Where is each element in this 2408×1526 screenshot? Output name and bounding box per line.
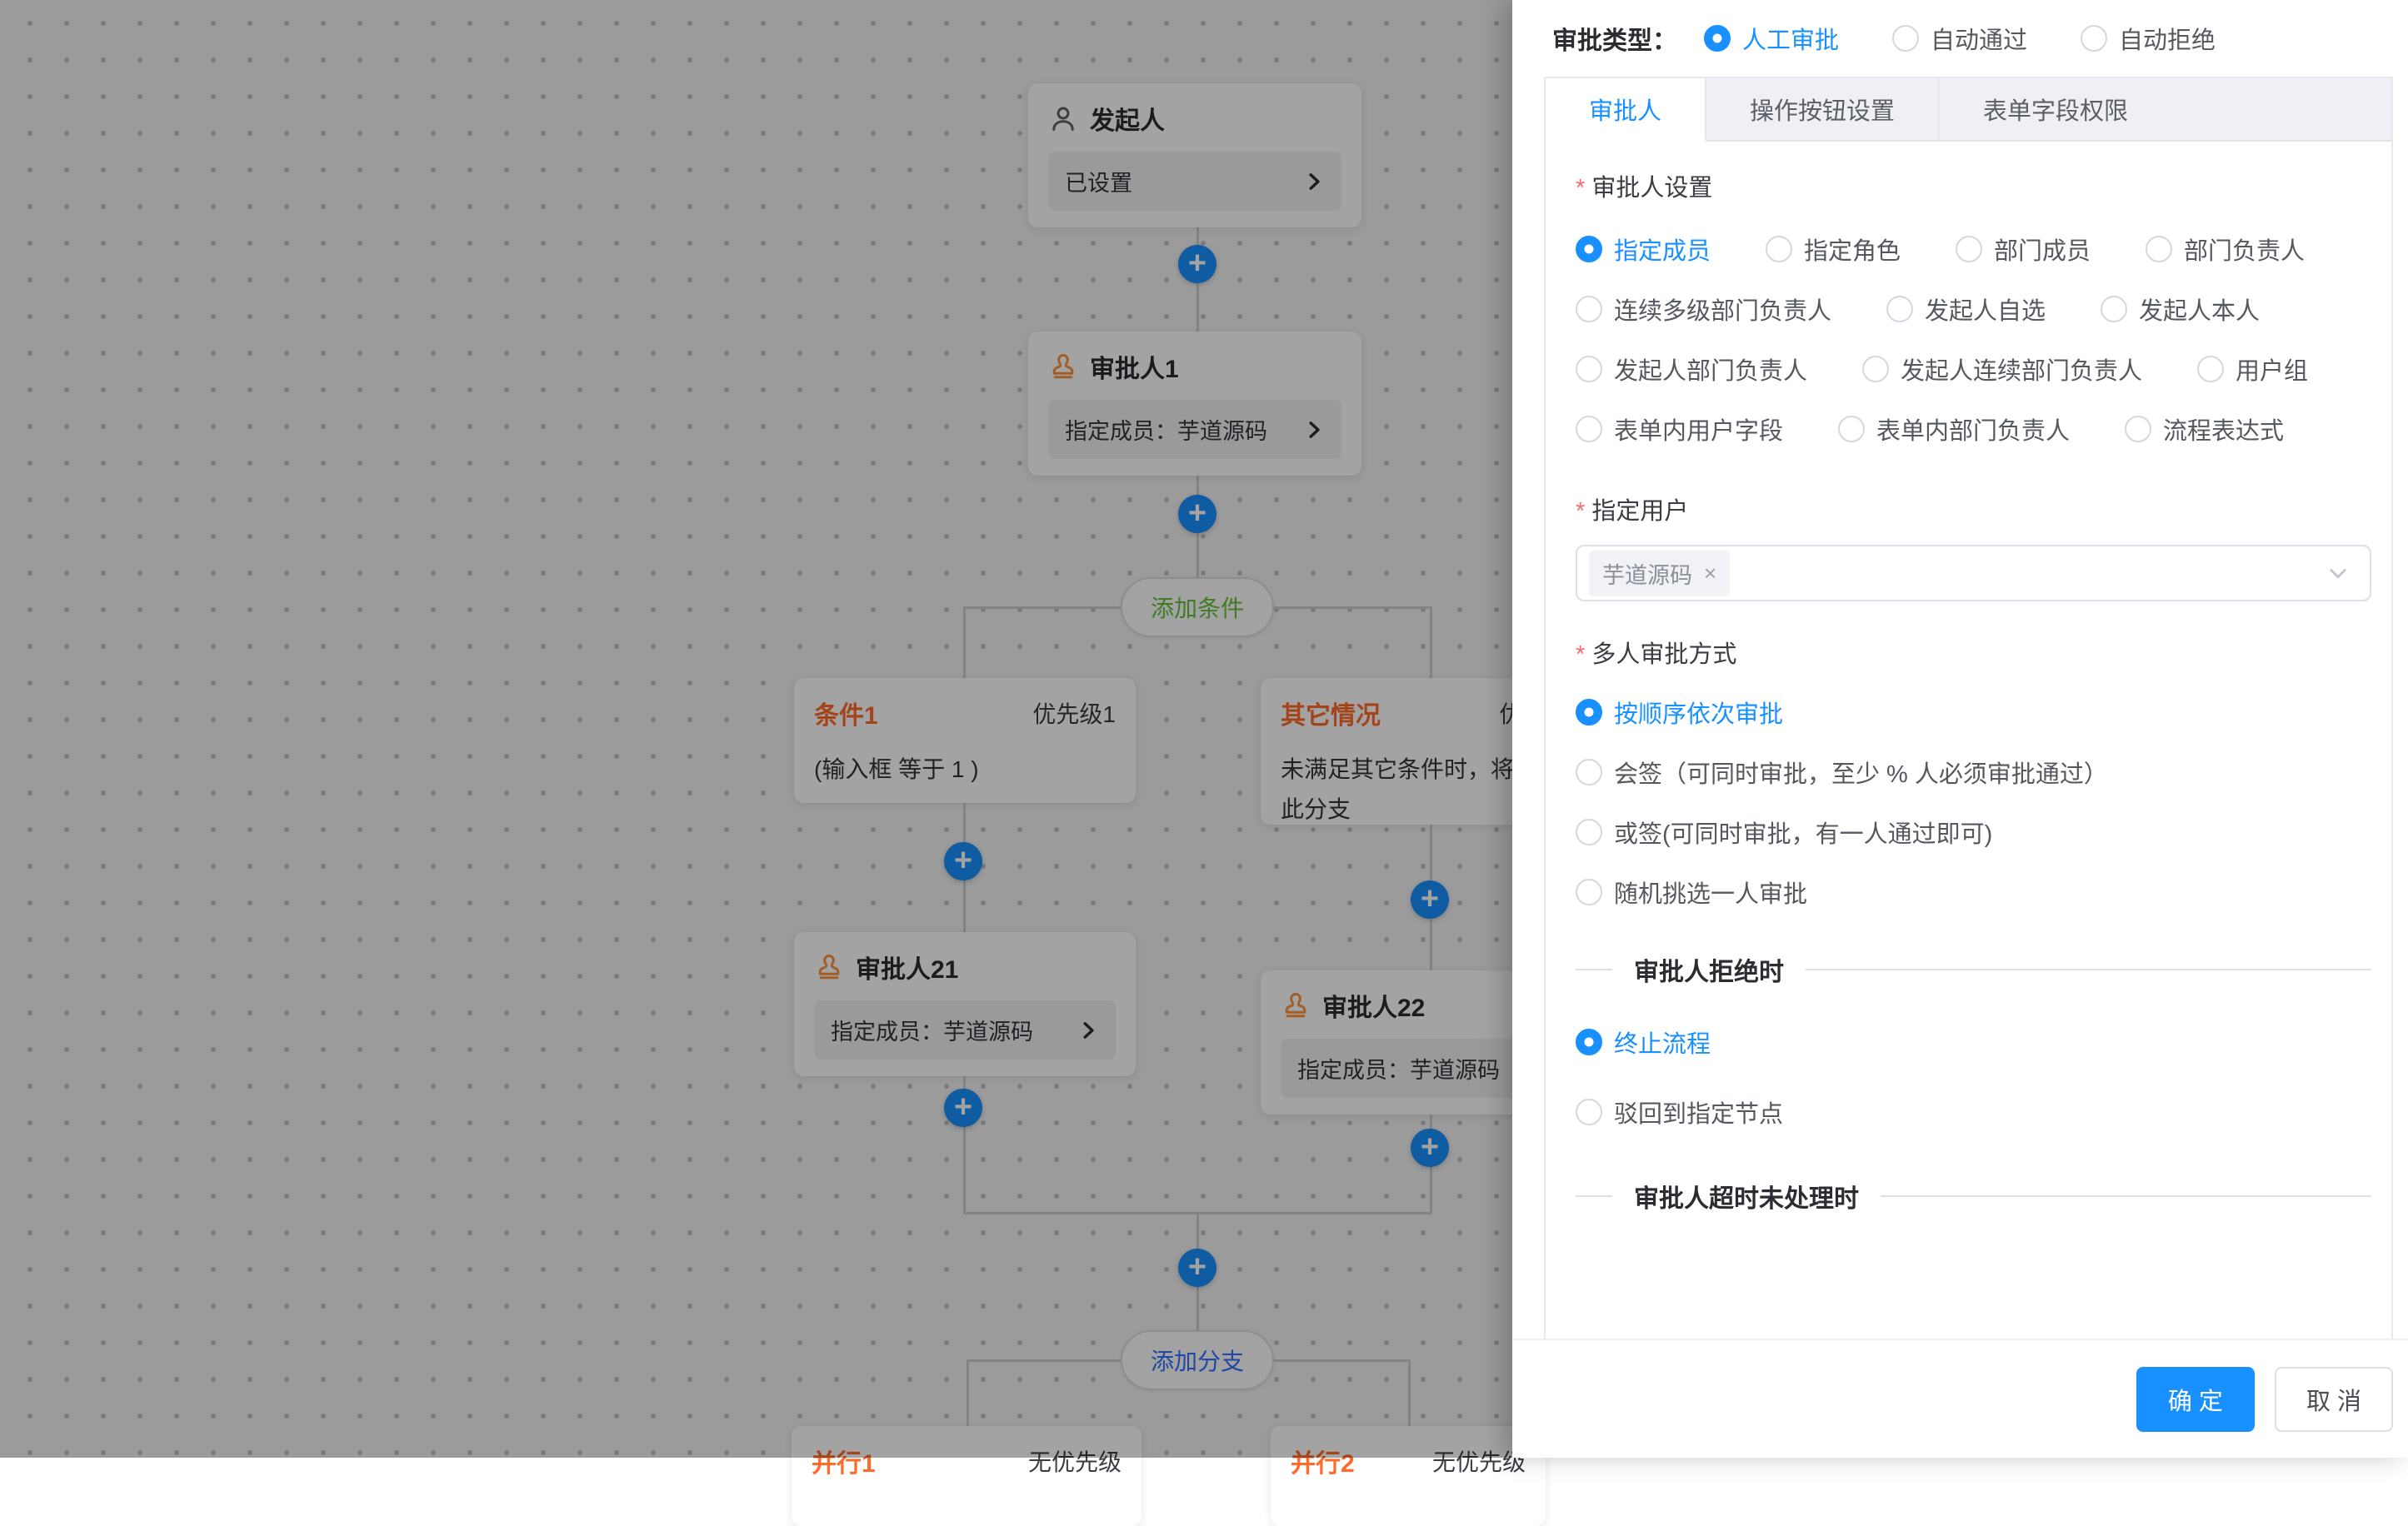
confirm-button[interactable]: 确 定: [2136, 1367, 2255, 1432]
radio-icon: [2081, 25, 2107, 52]
tab-form-field-permissions[interactable]: 表单字段权限: [1940, 78, 2171, 140]
radio-auto-reject[interactable]: 自动拒绝: [2081, 21, 2216, 56]
radio-icon: [2125, 416, 2151, 442]
radio-form-user-field[interactable]: 表单内用户字段: [1576, 411, 1783, 446]
chevron-down-icon: [2326, 561, 2350, 585]
radio-icon: [1576, 296, 1602, 322]
radio-return-to-node[interactable]: 驳回到指定节点: [1576, 1095, 2371, 1130]
drawer-footer: 确 定 取 消: [1512, 1339, 2408, 1458]
radio-icon: [2197, 356, 2224, 382]
cancel-button[interactable]: 取 消: [2275, 1367, 2393, 1432]
multi-approve-label: 多人审批方式: [1576, 635, 2371, 670]
radio-icon: [1766, 236, 1792, 262]
radio-icon: [1576, 416, 1602, 442]
approval-type-row: 审批类型： 人工审批 自动通过 自动拒绝: [1512, 0, 2408, 77]
radio-icon: [1576, 356, 1602, 382]
tag-close-icon[interactable]: ×: [1704, 561, 1716, 586]
radio-manual-approve[interactable]: 人工审批: [1704, 21, 1839, 56]
radio-icon: [1838, 416, 1865, 442]
approver-setting-row2: 连续多级部门负责人 发起人自选 发起人本人: [1576, 292, 2371, 327]
radio-dept-leader[interactable]: 部门负责人: [2146, 232, 2305, 267]
radio-user-group[interactable]: 用户组: [2197, 352, 2308, 386]
radio-random-one[interactable]: 随机挑选一人审批: [1576, 875, 2371, 910]
settings-tab-card: 审批人 操作按钮设置 表单字段权限 审批人设置 指定成员 指定角色 部门成员 部…: [1544, 77, 2393, 1339]
assign-user-select[interactable]: 芋道源码 ×: [1576, 545, 2371, 601]
drawer-mask[interactable]: [0, 0, 1512, 1458]
radio-icon: [1886, 296, 1913, 322]
radio-icon: [1576, 759, 1602, 785]
approver-settings-drawer: 审批类型： 人工审批 自动通过 自动拒绝 审批人 操作按钮设置 表单字段权限 审…: [1512, 0, 2408, 1458]
timeout-section-title: 审批人超时未处理时: [1634, 1178, 1859, 1214]
radio-orsign[interactable]: 或签(可同时审批，有一人通过即可): [1576, 815, 2371, 850]
approver-setting-row4: 表单内用户字段 表单内部门负责人 流程表达式: [1576, 411, 2371, 446]
tab-action-buttons[interactable]: 操作按钮设置: [1706, 78, 1940, 140]
radio-dept-member[interactable]: 部门成员: [1956, 232, 2091, 267]
radio-process-expression[interactable]: 流程表达式: [2125, 411, 2284, 446]
reject-section-divider: 审批人拒绝时: [1576, 951, 2371, 988]
radio-icon: [1576, 879, 1602, 905]
radio-icon: [1576, 1099, 1602, 1125]
reject-section-title: 审批人拒绝时: [1634, 951, 1784, 988]
tab-panel-approver: 审批人设置 指定成员 指定角色 部门成员 部门负责人 连续多级部门负责人 发起人…: [1546, 140, 2391, 1234]
radio-icon: [1576, 819, 1602, 845]
approver-setting-label: 审批人设置: [1576, 168, 2371, 203]
radio-icon: [2101, 296, 2127, 322]
radio-assign-role[interactable]: 指定角色: [1766, 232, 1901, 267]
radio-icon: [1892, 25, 1919, 52]
radio-icon: [1576, 236, 1602, 262]
radio-initiator-choose[interactable]: 发起人自选: [1886, 292, 2046, 327]
radio-icon: [1704, 25, 1731, 52]
radio-icon: [1956, 236, 1982, 262]
radio-icon: [1576, 699, 1602, 726]
approver-setting-row1: 指定成员 指定角色 部门成员 部门负责人: [1576, 232, 2371, 267]
radio-sequential-approve[interactable]: 按顺序依次审批: [1576, 695, 2371, 730]
assign-user-label: 指定用户: [1576, 491, 2371, 526]
tab-bar: 审批人 操作按钮设置 表单字段权限: [1546, 78, 2391, 142]
radio-assign-member[interactable]: 指定成员: [1576, 232, 1711, 267]
approval-type-label: 审批类型：: [1552, 20, 1677, 57]
radio-icon: [1576, 1029, 1602, 1055]
radio-initiator-multi-dept-leader[interactable]: 发起人连续部门负责人: [1862, 352, 2142, 386]
radio-initiator-dept-leader[interactable]: 发起人部门负责人: [1576, 352, 1807, 386]
radio-multi-level-dept-leader[interactable]: 连续多级部门负责人: [1576, 292, 1831, 327]
radio-form-dept-leader[interactable]: 表单内部门负责人: [1838, 411, 2070, 446]
radio-terminate-process[interactable]: 终止流程: [1576, 1025, 2371, 1060]
approver-setting-row3: 发起人部门负责人 发起人连续部门负责人 用户组: [1576, 352, 2371, 386]
radio-initiator-self[interactable]: 发起人本人: [2101, 292, 2260, 327]
user-tag: 芋道源码 ×: [1589, 551, 1730, 596]
radio-countersign[interactable]: 会签（可同时审批，至少 % 人必须审批通过）: [1576, 755, 2371, 790]
radio-icon: [2146, 236, 2172, 262]
radio-auto-pass[interactable]: 自动通过: [1892, 21, 2027, 56]
timeout-section-divider: 审批人超时未处理时: [1576, 1178, 2371, 1214]
radio-icon: [1862, 356, 1889, 382]
tab-approver[interactable]: 审批人: [1546, 78, 1706, 142]
